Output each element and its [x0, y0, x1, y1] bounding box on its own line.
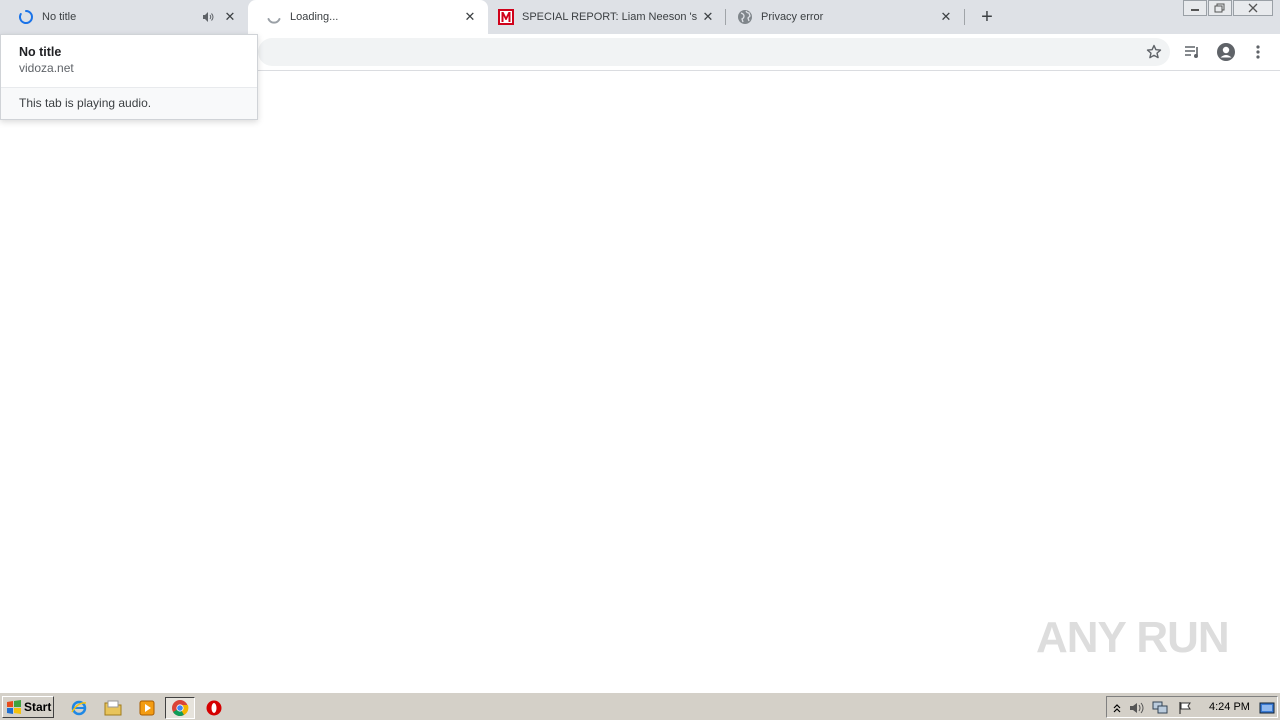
tab-strip: No title ✕ Loading... ✕ SPECIAL REPORT: … — [0, 0, 1280, 34]
address-bar[interactable] — [258, 38, 1170, 66]
watermark-text: ANY RUN — [1036, 613, 1230, 662]
file-explorer-icon[interactable] — [101, 697, 125, 719]
new-tab-button[interactable]: + — [975, 5, 999, 29]
tab-hover-card: No title vidoza.net This tab is playing … — [0, 34, 258, 120]
close-window-button[interactable] — [1233, 0, 1273, 16]
action-center-flag-icon[interactable] — [1177, 700, 1193, 716]
tab-title: Privacy error — [761, 11, 824, 23]
tab-close-icon[interactable]: ✕ — [222, 9, 238, 25]
loading-spinner-icon — [266, 9, 282, 25]
anyrun-watermark: ANY RUN — [1036, 606, 1230, 670]
taskbar: Start 4:24 PM — [0, 692, 1280, 720]
restore-button[interactable] — [1208, 0, 1232, 16]
system-tray: 4:24 PM — [1106, 696, 1278, 718]
start-label: Start — [24, 700, 52, 714]
tab-title: No title — [42, 11, 77, 23]
speaker-icon[interactable] — [200, 9, 216, 25]
tab-special-report[interactable]: SPECIAL REPORT: Liam Neeson 's La ✕ — [488, 0, 726, 34]
hover-card-domain: vidoza.net — [19, 61, 74, 75]
media-controls-icon[interactable] — [1181, 40, 1205, 64]
tab-privacy-error[interactable]: Privacy error ✕ — [726, 0, 964, 34]
hover-card-audio-status: This tab is playing audio. — [19, 96, 152, 110]
show-desktop-icon[interactable] — [1259, 700, 1275, 716]
tab-no-title[interactable]: No title ✕ — [0, 0, 248, 34]
loading-spinner-icon — [18, 9, 34, 25]
profile-icon[interactable] — [1214, 40, 1238, 64]
windows-logo-icon — [6, 699, 22, 715]
tab-close-icon[interactable]: ✕ — [700, 9, 716, 25]
menu-dots-icon[interactable] — [1246, 40, 1270, 64]
network-icon[interactable] — [1152, 700, 1168, 716]
tab-close-icon[interactable]: ✕ — [938, 9, 954, 25]
clock[interactable]: 4:24 PM — [1209, 701, 1250, 713]
tab-separator — [964, 9, 965, 25]
hover-card-title: No title — [19, 45, 62, 59]
start-button[interactable]: Start — [2, 696, 54, 718]
star-icon[interactable] — [1142, 40, 1166, 64]
opera-icon[interactable] — [202, 697, 226, 719]
tab-close-icon[interactable]: ✕ — [462, 9, 478, 25]
volume-icon[interactable] — [1129, 700, 1145, 716]
m-logo-icon — [498, 9, 514, 25]
tab-title: SPECIAL REPORT: Liam Neeson 's La — [522, 11, 700, 23]
globe-icon — [737, 9, 753, 25]
tab-title: Loading... — [290, 11, 339, 23]
internet-explorer-icon[interactable] — [67, 697, 91, 719]
tab-loading[interactable]: Loading... ✕ — [248, 0, 488, 34]
media-player-icon[interactable] — [135, 697, 159, 719]
minimize-button[interactable] — [1183, 0, 1207, 16]
chrome-taskbar-icon[interactable] — [165, 697, 195, 719]
show-hidden-icons-icon[interactable] — [1109, 700, 1125, 716]
